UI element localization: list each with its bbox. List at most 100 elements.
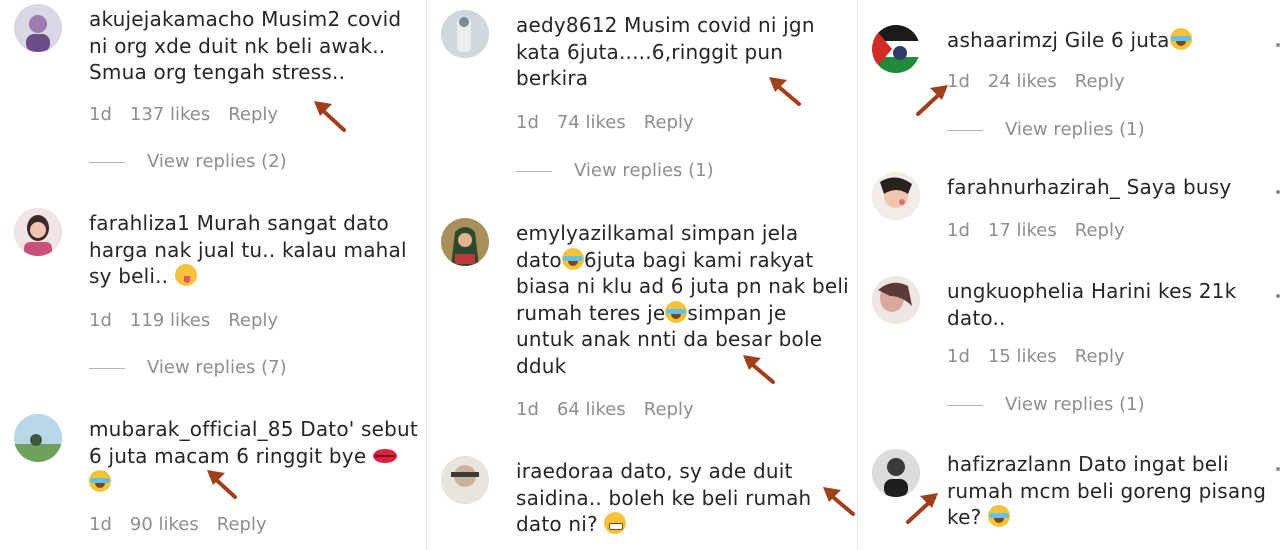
- comment-meta: 1d 17 likes Reply: [947, 220, 1143, 241]
- avatar[interactable]: [872, 276, 920, 324]
- reply-button[interactable]: Reply: [228, 310, 278, 331]
- comment-text: ungkuophelia Harini kes 21k dato..: [947, 278, 1272, 331]
- comment-text: mubarak_official_85 Dato' sebut 6 juta m…: [89, 416, 418, 496]
- comments-column-2: aedy8612 Musim covid ni jgn kata 6juta..…: [427, 0, 857, 550]
- avatar[interactable]: [14, 208, 62, 256]
- reply-button[interactable]: Reply: [1075, 71, 1125, 92]
- grimacing-face-emoji: [604, 512, 627, 534]
- comment-likes[interactable]: 24 likes: [988, 71, 1057, 92]
- annotation-arrow-icon: [821, 484, 855, 518]
- avatar-image: [872, 25, 920, 73]
- more-options-icon[interactable]: [1276, 190, 1280, 194]
- comment-meta: 1d 137 likes Reply: [89, 104, 296, 125]
- comment-meta: 1d 119 likes Reply: [89, 310, 296, 331]
- comment-text: hafizrazlann Dato ingat beli rumah mcm b…: [947, 451, 1272, 531]
- avatar[interactable]: [872, 172, 920, 220]
- avatar[interactable]: [872, 25, 920, 73]
- avatar-image: [14, 4, 62, 52]
- comment-username[interactable]: farahliza1: [89, 211, 190, 235]
- comments-column-1: akujejakamacho Musim2 covid ni org xde d…: [0, 0, 426, 550]
- reply-button[interactable]: Reply: [644, 112, 694, 133]
- more-options-icon[interactable]: [1276, 294, 1280, 298]
- comment-likes[interactable]: 17 likes: [988, 220, 1057, 241]
- avatar-image: [872, 276, 920, 324]
- comment-meta: 1d 24 likes Reply: [947, 71, 1143, 92]
- comment-time: 1d: [516, 112, 539, 133]
- annotation-arrow-icon: [312, 98, 346, 132]
- comment-likes[interactable]: 119 likes: [130, 310, 210, 331]
- avatar-image: [441, 10, 489, 58]
- comment-likes[interactable]: 74 likes: [557, 112, 626, 133]
- comment-time: 1d: [947, 71, 970, 92]
- comment-username[interactable]: aedy8612: [516, 13, 618, 37]
- comment-likes[interactable]: 137 likes: [130, 104, 210, 125]
- reply-button[interactable]: Reply: [228, 104, 278, 125]
- comment-time: 1d: [516, 399, 539, 420]
- comment-username[interactable]: farahnurhazirah_: [947, 175, 1120, 199]
- reply-button[interactable]: Reply: [217, 514, 267, 535]
- comment-likes[interactable]: 15 likes: [988, 346, 1057, 367]
- comment-text: akujejakamacho Musim2 covid ni org xde d…: [89, 6, 418, 86]
- replies-line: [516, 170, 552, 172]
- annotation-arrow-icon: [916, 82, 950, 116]
- view-replies-label: View replies (2): [147, 151, 287, 172]
- comment-text: ashaarimzj Gile 6 juta: [947, 27, 1272, 54]
- comment-text: iraedoraa dato, sy ade duit saidina.. bo…: [516, 458, 849, 538]
- tears-of-joy-emoji: [561, 247, 584, 270]
- comment-meta: 1d 15 likes Reply: [947, 346, 1143, 367]
- avatar[interactable]: [441, 218, 489, 266]
- comment-time: 1d: [89, 514, 112, 535]
- view-replies-button[interactable]: View replies (2): [89, 151, 287, 172]
- comment-meta: 1d 64 likes Reply: [516, 399, 712, 420]
- replies-line: [89, 367, 125, 369]
- comment-meta: 1d 90 likes Reply: [89, 514, 285, 535]
- view-replies-button[interactable]: View replies (7): [89, 357, 287, 378]
- avatar-image: [872, 172, 920, 220]
- annotation-arrow-icon: [205, 467, 239, 501]
- view-replies-label: View replies (1): [1005, 119, 1145, 140]
- view-replies-button[interactable]: View replies (1): [947, 394, 1145, 415]
- tears-of-joy-emoji: [987, 505, 1010, 527]
- avatar[interactable]: [14, 4, 62, 52]
- avatar[interactable]: [441, 10, 489, 58]
- comment-text: farahliza1 Murah sangat dato harga nak j…: [89, 210, 418, 290]
- comment-body: Saya busy: [1126, 175, 1232, 199]
- comment-username[interactable]: iraedoraa: [516, 459, 614, 483]
- comment-username[interactable]: ungkuophelia: [947, 279, 1084, 303]
- comment-time: 1d: [947, 346, 970, 367]
- comment-likes[interactable]: 64 likes: [557, 399, 626, 420]
- reply-button[interactable]: Reply: [1075, 346, 1125, 367]
- view-replies-label: View replies (1): [574, 160, 714, 181]
- view-replies-label: View replies (1): [1005, 394, 1145, 415]
- comment-username[interactable]: mubarak_official_85: [89, 417, 294, 441]
- view-replies-button[interactable]: View replies (1): [516, 160, 714, 181]
- tears-of-joy-emoji: [1169, 28, 1192, 50]
- view-replies-button[interactable]: View replies (1): [947, 119, 1145, 140]
- reply-button[interactable]: Reply: [644, 399, 694, 420]
- comment-body: Gile 6 juta: [1064, 28, 1170, 52]
- comment-time: 1d: [89, 310, 112, 331]
- more-options-icon[interactable]: [1276, 467, 1280, 471]
- comment-likes[interactable]: 90 likes: [130, 514, 199, 535]
- annotation-arrow-icon: [906, 490, 940, 524]
- replies-line: [947, 404, 983, 406]
- replies-line: [947, 129, 983, 131]
- comment-username[interactable]: akujejakamacho: [89, 7, 255, 31]
- comment-username[interactable]: ashaarimzj: [947, 28, 1058, 52]
- comment-time: 1d: [947, 220, 970, 241]
- comment-username[interactable]: emylyazilkamal: [516, 221, 674, 245]
- avatar[interactable]: [14, 414, 62, 462]
- face-with-tongue-emoji: [174, 264, 197, 286]
- comment-text: farahnurhazirah_ Saya busy: [947, 174, 1272, 201]
- annotation-arrow-icon: [741, 352, 775, 386]
- tears-of-joy-emoji: [89, 470, 111, 492]
- avatar[interactable]: [441, 456, 489, 504]
- more-options-icon[interactable]: [1276, 43, 1280, 47]
- reply-button[interactable]: Reply: [1075, 220, 1125, 241]
- replies-line: [89, 161, 125, 163]
- view-replies-label: View replies (7): [147, 357, 287, 378]
- avatar-image: [14, 414, 62, 462]
- tears-of-joy-emoji: [665, 300, 688, 323]
- comment-username[interactable]: hafizrazlann: [947, 452, 1072, 476]
- kiss-lips-emoji: [372, 448, 397, 463]
